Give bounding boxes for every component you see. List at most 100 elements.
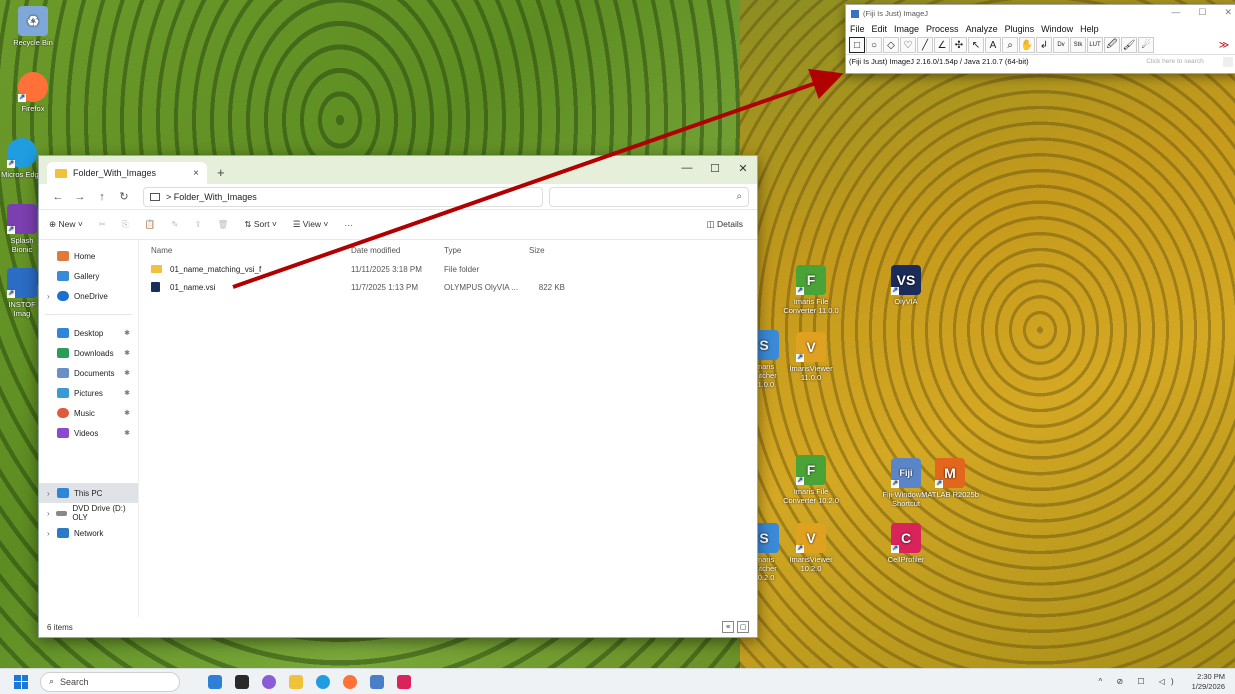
file-explorer-window[interactable]: Folder_With_Images × + — ☐ ✕ ← → ↑ ↻ > F…: [38, 155, 758, 638]
maximize-button[interactable]: ☐: [701, 156, 729, 180]
menu-file[interactable]: File: [850, 24, 865, 34]
view-button[interactable]: ☰ View ˅: [293, 219, 329, 230]
share-icon[interactable]: ⇪: [194, 219, 201, 230]
imagej-window[interactable]: (Fiji Is Just) ImageJ — ☐ ✕ File Edit Im…: [845, 4, 1235, 74]
minimize-button[interactable]: —: [673, 156, 701, 180]
desktop-icon-firefox[interactable]: ↗ Firefox: [3, 72, 63, 113]
minimize-button[interactable]: —: [1171, 7, 1180, 18]
table-row[interactable]: 01_name_matching_vsi_f 11/11/2025 3:18 P…: [151, 260, 745, 278]
stack-menu-icon[interactable]: Stk: [1070, 37, 1086, 53]
menu-edit[interactable]: Edit: [872, 24, 888, 34]
up-button[interactable]: ↑: [91, 191, 113, 203]
menu-process[interactable]: Process: [926, 24, 959, 34]
menu-help[interactable]: Help: [1080, 24, 1099, 34]
new-button[interactable]: ⊕ New ˅: [49, 219, 83, 230]
delete-icon[interactable]: 🗑: [218, 219, 229, 230]
dropper-tool-icon[interactable]: ↲: [1036, 37, 1052, 53]
sidebar-item-onedrive[interactable]: › OneDrive: [39, 286, 138, 306]
more-tools-icon[interactable]: ≫: [1216, 37, 1232, 53]
start-button[interactable]: [14, 674, 28, 689]
column-header-name[interactable]: Name: [151, 246, 351, 255]
sidebar-item-gallery[interactable]: Gallery: [39, 266, 138, 286]
menu-window[interactable]: Window: [1041, 24, 1073, 34]
refresh-button[interactable]: ↻: [113, 190, 135, 203]
polygon-tool-icon[interactable]: ◇: [883, 37, 899, 53]
back-button[interactable]: ←: [47, 191, 69, 203]
file-explorer-icon[interactable]: [289, 674, 303, 689]
column-header-size[interactable]: Size: [529, 246, 589, 255]
magnifier-tool-icon[interactable]: ⌕: [1002, 37, 1018, 53]
chevron-right-icon[interactable]: ›: [47, 529, 57, 538]
lut-menu-icon[interactable]: LUT: [1087, 37, 1103, 53]
more-button[interactable]: ···: [344, 220, 353, 230]
rename-icon[interactable]: ✎: [171, 219, 178, 230]
maximize-button[interactable]: ☐: [1198, 7, 1206, 18]
sidebar-item-network[interactable]: › Network: [39, 523, 138, 543]
sidebar-item-pictures[interactable]: Pictures ✱: [39, 383, 138, 403]
tray-icons[interactable]: ^ ⊘ ☐ ◁): [1099, 677, 1180, 686]
column-header-type[interactable]: Type: [444, 246, 529, 255]
sidebar-item-dvd-drive[interactable]: › DVD Drive (D:) OLY: [39, 503, 138, 523]
brush-tool-icon[interactable]: 🖌: [1121, 37, 1137, 53]
tab-close-button[interactable]: ×: [193, 168, 199, 179]
new-tab-button[interactable]: +: [217, 165, 225, 180]
sidebar-item-home[interactable]: Home: [39, 246, 138, 266]
details-view-button[interactable]: ≡: [722, 621, 734, 633]
close-button[interactable]: ✕: [1224, 7, 1232, 18]
imagej-title-bar[interactable]: (Fiji Is Just) ImageJ — ☐ ✕: [846, 5, 1235, 22]
sidebar-item-documents[interactable]: Documents ✱: [39, 363, 138, 383]
paste-icon[interactable]: 📋: [145, 219, 156, 230]
text-tool-icon[interactable]: A: [985, 37, 1001, 53]
menu-image[interactable]: Image: [894, 24, 919, 34]
copy-icon[interactable]: ⎘: [122, 219, 129, 230]
angle-tool-icon[interactable]: ∠: [934, 37, 950, 53]
sidebar-item-videos[interactable]: Videos ✱: [39, 423, 138, 443]
task-view-icon[interactable]: [235, 674, 249, 689]
desktop-icon-imarisviewer-10[interactable]: V ↗ ImarisViewer 10.2.0: [781, 523, 841, 573]
desktop-icon-imaris-file-converter-11[interactable]: F ↗ Imaris File Converter 11.0.0: [781, 265, 841, 315]
desktop-icon-cellprofiler[interactable]: C ↗ CellProfiler: [876, 523, 936, 564]
sidebar-item-this-pc[interactable]: › This PC: [39, 483, 138, 503]
cut-icon[interactable]: ✂: [99, 219, 106, 230]
clock[interactable]: 2:30 PM 1/29/2026: [1192, 672, 1225, 692]
search-options-button[interactable]: [1223, 56, 1233, 67]
taskbar-search[interactable]: ⌕ Search: [40, 671, 180, 692]
sidebar-item-desktop[interactable]: Desktop ✱: [39, 323, 138, 343]
chevron-right-icon[interactable]: ›: [47, 489, 57, 498]
point-tool-icon[interactable]: ✣: [951, 37, 967, 53]
freehand-tool-icon[interactable]: ♡: [900, 37, 916, 53]
oval-tool-icon[interactable]: ○: [866, 37, 882, 53]
column-header-date[interactable]: Date modified: [351, 246, 444, 255]
fiji-icon[interactable]: [370, 674, 384, 689]
cellprofiler-icon[interactable]: [397, 674, 411, 689]
chevron-right-icon[interactable]: ›: [47, 292, 57, 301]
search-input[interactable]: Click here to search: [1130, 58, 1220, 65]
firefox-icon[interactable]: [343, 674, 357, 689]
flood-fill-tool-icon[interactable]: ☄: [1138, 37, 1154, 53]
hand-tool-icon[interactable]: ✋: [1019, 37, 1035, 53]
sidebar-item-music[interactable]: Music ✱: [39, 403, 138, 423]
menu-plugins[interactable]: Plugins: [1005, 24, 1035, 34]
menu-analyze[interactable]: Analyze: [966, 24, 998, 34]
tiles-view-button[interactable]: ▢: [737, 621, 749, 633]
address-bar[interactable]: > Folder_With_Images: [143, 186, 543, 207]
wand-tool-icon[interactable]: ↖: [968, 37, 984, 53]
desktop-icon-matlab[interactable]: M ↗ MATLAB R2025b: [920, 458, 980, 499]
details-button[interactable]: ◫ Details: [707, 219, 743, 230]
close-button[interactable]: ✕: [729, 156, 757, 180]
desktop-icon-imarisviewer-11[interactable]: V ↗ ImarisViewer 11.0.0: [781, 332, 841, 382]
desktop-icon-olyvia[interactable]: VS ↗ OlyVIA: [876, 265, 936, 306]
edge-icon[interactable]: [316, 674, 330, 689]
line-tool-icon[interactable]: ╱: [917, 37, 933, 53]
tab-folder-with-images[interactable]: Folder_With_Images ×: [47, 162, 207, 184]
desktop-icon-recycle-bin[interactable]: ♻ Recycle Bin: [3, 6, 63, 47]
pencil-tool-icon[interactable]: 🖉: [1104, 37, 1120, 53]
copilot-icon[interactable]: [262, 674, 276, 689]
explorer-title-bar[interactable]: Folder_With_Images × + — ☐ ✕: [39, 156, 757, 184]
table-row[interactable]: 01_name.vsi 11/7/2025 1:13 PM OLYMPUS Ol…: [151, 278, 745, 296]
rectangle-tool-icon[interactable]: □: [849, 37, 865, 53]
desktop-icon-imaris-file-converter-10[interactable]: F ↗ Imaris File Converter 10.2.0: [781, 455, 841, 505]
chevron-right-icon[interactable]: ›: [47, 509, 56, 518]
search-input[interactable]: ⌕: [549, 186, 749, 207]
sort-button[interactable]: ⇅ Sort ˅: [244, 219, 276, 230]
